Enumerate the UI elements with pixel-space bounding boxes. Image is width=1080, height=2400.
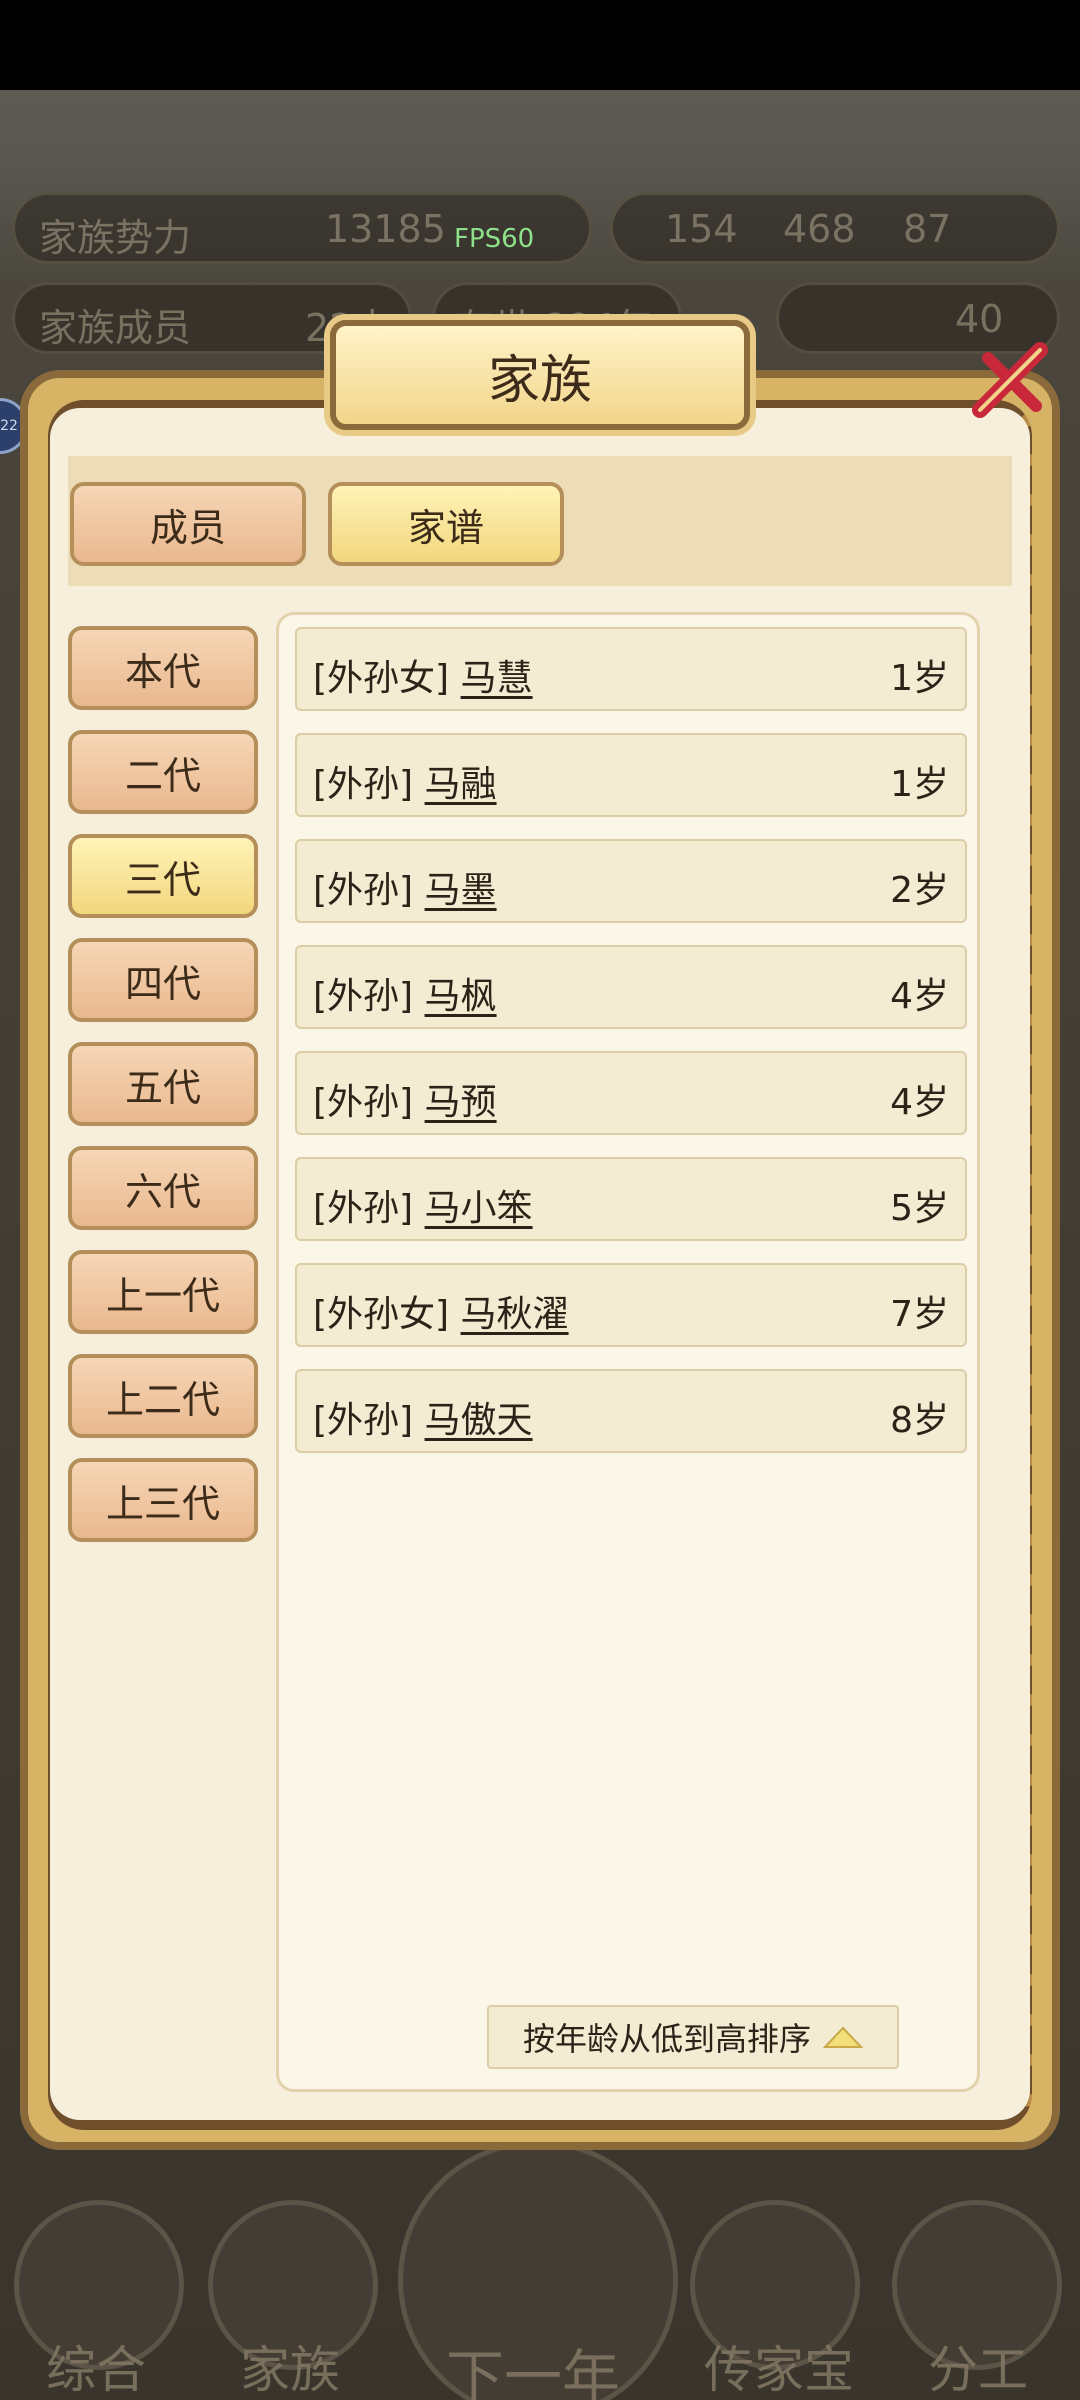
sort-by-age-button[interactable]: 按年龄从低到高排序 bbox=[487, 2005, 899, 2069]
member-row[interactable]: [外孙女] 马秋濯 7岁 bbox=[295, 1263, 967, 1347]
close-button[interactable] bbox=[960, 330, 1060, 430]
member-row[interactable]: [外孙] 马傲天 8岁 bbox=[295, 1369, 967, 1453]
generation-tab-previous-1[interactable]: 上一代 bbox=[68, 1250, 258, 1334]
member-name[interactable]: 马傲天 bbox=[425, 1400, 533, 1441]
sort-label: 按年龄从低到高排序 bbox=[522, 2020, 811, 2058]
member-row[interactable]: [外孙] 马预 4岁 bbox=[295, 1051, 967, 1135]
member-age: 4岁 bbox=[890, 976, 949, 1017]
member-row[interactable]: [外孙女] 马慧 1岁 bbox=[295, 627, 967, 711]
dialog-title: 家族 bbox=[330, 320, 750, 430]
member-relation: [外孙] bbox=[313, 976, 414, 1017]
resource-2: 468 bbox=[783, 207, 856, 251]
member-age: 7岁 bbox=[890, 1294, 949, 1335]
generation-tab-fifth[interactable]: 五代 bbox=[68, 1042, 258, 1126]
generation-tab-previous-3[interactable]: 上三代 bbox=[68, 1458, 258, 1542]
member-row[interactable]: [外孙] 马枫 4岁 bbox=[295, 945, 967, 1029]
generation-tab-fourth[interactable]: 四代 bbox=[68, 938, 258, 1022]
sort-ascending-icon bbox=[823, 2026, 863, 2048]
resource-3: 87 bbox=[903, 207, 952, 251]
member-age: 1岁 bbox=[890, 658, 949, 699]
member-name[interactable]: 马融 bbox=[425, 764, 497, 805]
member-list: [外孙女] 马慧 1岁 [外孙] 马融 1岁 [外孙] 马墨 2岁 [外孙] 马… bbox=[276, 612, 980, 2092]
resource-bar: 154 468 87 bbox=[610, 192, 1060, 264]
tab-members[interactable]: 成员 bbox=[70, 482, 306, 566]
nav-heirloom-label: 传家宝 bbox=[704, 2341, 854, 2399]
member-age: 8岁 bbox=[890, 1400, 949, 1441]
member-name[interactable]: 马小笨 bbox=[425, 1188, 533, 1229]
member-name[interactable]: 马墨 bbox=[425, 870, 497, 911]
member-row[interactable]: [外孙] 马墨 2岁 bbox=[295, 839, 967, 923]
member-relation: [外孙女] bbox=[313, 658, 450, 699]
power-value: 13185 bbox=[325, 207, 446, 251]
member-age: 2岁 bbox=[890, 870, 949, 911]
member-relation: [外孙] bbox=[313, 1188, 414, 1229]
member-relation: [外孙] bbox=[313, 870, 414, 911]
power-label: 家族势力 bbox=[39, 216, 192, 260]
member-name[interactable]: 马秋濯 bbox=[461, 1294, 569, 1335]
member-row[interactable]: [外孙] 马融 1岁 bbox=[295, 733, 967, 817]
generation-tab-current[interactable]: 本代 bbox=[68, 626, 258, 710]
family-dialog: 家族 成员 家谱 本代 二代 三代 四代 五代 六代 上一代 上二代 上三代 [… bbox=[20, 320, 1060, 2150]
member-name[interactable]: 马慧 bbox=[461, 658, 533, 699]
nav-next-year-label: 下一年 bbox=[446, 2343, 621, 2400]
member-relation: [外孙] bbox=[313, 764, 414, 805]
generation-tab-previous-2[interactable]: 上二代 bbox=[68, 1354, 258, 1438]
close-icon bbox=[972, 342, 1048, 418]
nav-division-label: 分工 bbox=[928, 2341, 1028, 2399]
generation-tab-third[interactable]: 三代 bbox=[68, 834, 258, 918]
tab-genealogy[interactable]: 家谱 bbox=[328, 482, 564, 566]
generation-tab-sixth[interactable]: 六代 bbox=[68, 1146, 258, 1230]
member-relation: [外孙] bbox=[313, 1400, 414, 1441]
fps-counter: FPS60 bbox=[454, 224, 535, 254]
resource-1: 154 bbox=[665, 207, 738, 251]
member-name[interactable]: 马枫 bbox=[425, 976, 497, 1017]
nav-family-label: 家族 bbox=[240, 2341, 340, 2399]
member-age: 5岁 bbox=[890, 1188, 949, 1229]
generation-tab-second[interactable]: 二代 bbox=[68, 730, 258, 814]
nav-overview-label: 综合 bbox=[46, 2341, 146, 2399]
member-age: 1岁 bbox=[890, 764, 949, 805]
member-relation: [外孙] bbox=[313, 1082, 414, 1123]
member-name[interactable]: 马预 bbox=[425, 1082, 497, 1123]
member-age: 4岁 bbox=[890, 1082, 949, 1123]
member-row[interactable]: [外孙] 马小笨 5岁 bbox=[295, 1157, 967, 1241]
status-bar bbox=[0, 0, 1080, 90]
member-relation: [外孙女] bbox=[313, 1294, 450, 1335]
